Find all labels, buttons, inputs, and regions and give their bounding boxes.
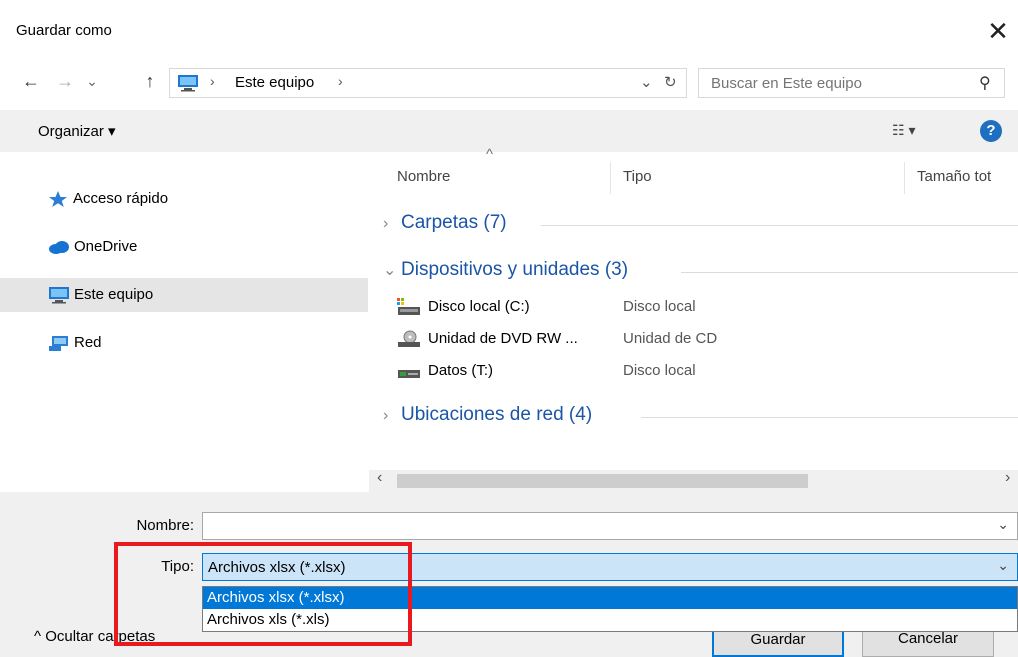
recent-locations-icon[interactable]: ⌄ [82,67,102,97]
sidebar-item-label: Este equipo [74,286,154,303]
file-list: ^ Nombre Tipo Tamaño tot › Carpetas (7) ⌄… [369,146,1018,492]
group-folders[interactable]: › Carpetas (7) [383,212,507,234]
item-name: Unidad de DVD RW ... [428,330,578,347]
search-box[interactable]: ⚲ [698,68,1005,98]
computer-icon [48,286,69,304]
cloud-icon [48,238,69,256]
item-type: Disco local [623,298,696,315]
refresh-icon[interactable]: ↻ [664,73,677,91]
breadcrumb[interactable]: › Este equipo › ⌄ ↻ [169,68,687,98]
column-header-size[interactable]: Tamaño tot [917,168,991,185]
sidebar-item-quick-access[interactable]: Acceso rápido [0,182,368,216]
item-type: Disco local [623,362,696,379]
chevron-right-icon: › [383,407,389,424]
group-label: Ubicaciones de red (4) [401,404,593,425]
sidebar-item-label: OneDrive [74,238,138,255]
star-icon [48,190,68,208]
drive-icon [397,298,421,320]
group-label: Carpetas (7) [401,212,507,233]
navigation-pane: Acceso rápido OneDrive Este equipo Red [0,152,369,492]
chevron-down-icon[interactable]: ⌄ [997,557,1009,574]
computer-icon [177,74,199,92]
chevron-down-icon[interactable]: ⌄ [640,73,653,91]
column-divider[interactable] [610,162,611,194]
column-divider[interactable] [904,162,905,194]
column-header-type[interactable]: Tipo [623,168,652,185]
chevron-down-icon[interactable]: ⌄ [997,516,1009,533]
horizontal-scrollbar[interactable]: ‹ › [369,469,1018,492]
highlight-annotation [114,542,412,646]
dvd-icon [397,330,421,352]
chevron-down-icon: ⌄ [383,262,397,279]
back-icon[interactable]: ← [18,67,44,97]
filename-field[interactable]: ⌄ [202,512,1018,540]
title-bar: Guardar como ✕ [0,0,1018,60]
network-icon [48,334,68,352]
scroll-left-icon[interactable]: ‹ [377,469,382,487]
column-header-name[interactable]: Nombre [397,168,450,185]
search-input[interactable] [709,73,959,93]
filename-label: Nombre: [136,517,194,534]
item-name: Disco local (C:) [428,298,530,315]
group-network-locations[interactable]: › Ubicaciones de red (4) [383,404,592,426]
sidebar-item-network[interactable]: Red [0,326,368,360]
sidebar-item-label: Acceso rápido [73,190,169,207]
help-icon[interactable]: ? [980,120,1002,142]
up-icon[interactable]: ↑ [137,67,163,97]
sidebar-item-label: Red [74,334,102,351]
breadcrumb-location[interactable]: Este equipo [235,74,314,91]
group-divider [541,225,1018,226]
view-options-icon[interactable]: ☷ ▾ [892,122,915,139]
scroll-right-icon[interactable]: › [1005,469,1010,487]
group-divider [681,272,1018,273]
group-label: Dispositivos y unidades (3) [401,259,629,280]
group-devices[interactable]: ⌄ Dispositivos y unidades (3) [383,259,628,281]
command-bar: Organizar ▾ ☷ ▾ ? [0,110,1018,152]
sidebar-item-this-pc[interactable]: Este equipo [0,278,368,312]
breadcrumb-separator: › [210,73,215,89]
network-drive-icon [397,364,421,384]
close-icon[interactable]: ✕ [978,13,1018,53]
forward-icon[interactable]: → [52,67,78,97]
address-bar: ← → ⌄ ↑ › Este equipo › ⌄ ↻ ⚲ [0,60,1018,104]
item-type: Unidad de CD [623,330,718,347]
window-title: Guardar como [16,22,112,39]
scrollbar-thumb[interactable] [397,474,808,488]
search-icon[interactable]: ⚲ [979,73,991,93]
save-as-dialog: Guardar como ✕ ← → ⌄ ↑ › Este equipo › ⌄… [0,0,1018,657]
breadcrumb-separator[interactable]: › [338,73,343,89]
item-name: Datos (T:) [428,362,494,379]
group-divider [641,417,1018,418]
sort-arrow-icon: ^ [486,146,494,163]
chevron-right-icon: › [383,215,389,232]
sidebar-item-onedrive[interactable]: OneDrive [0,230,368,264]
organize-button[interactable]: Organizar ▾ [38,122,116,140]
